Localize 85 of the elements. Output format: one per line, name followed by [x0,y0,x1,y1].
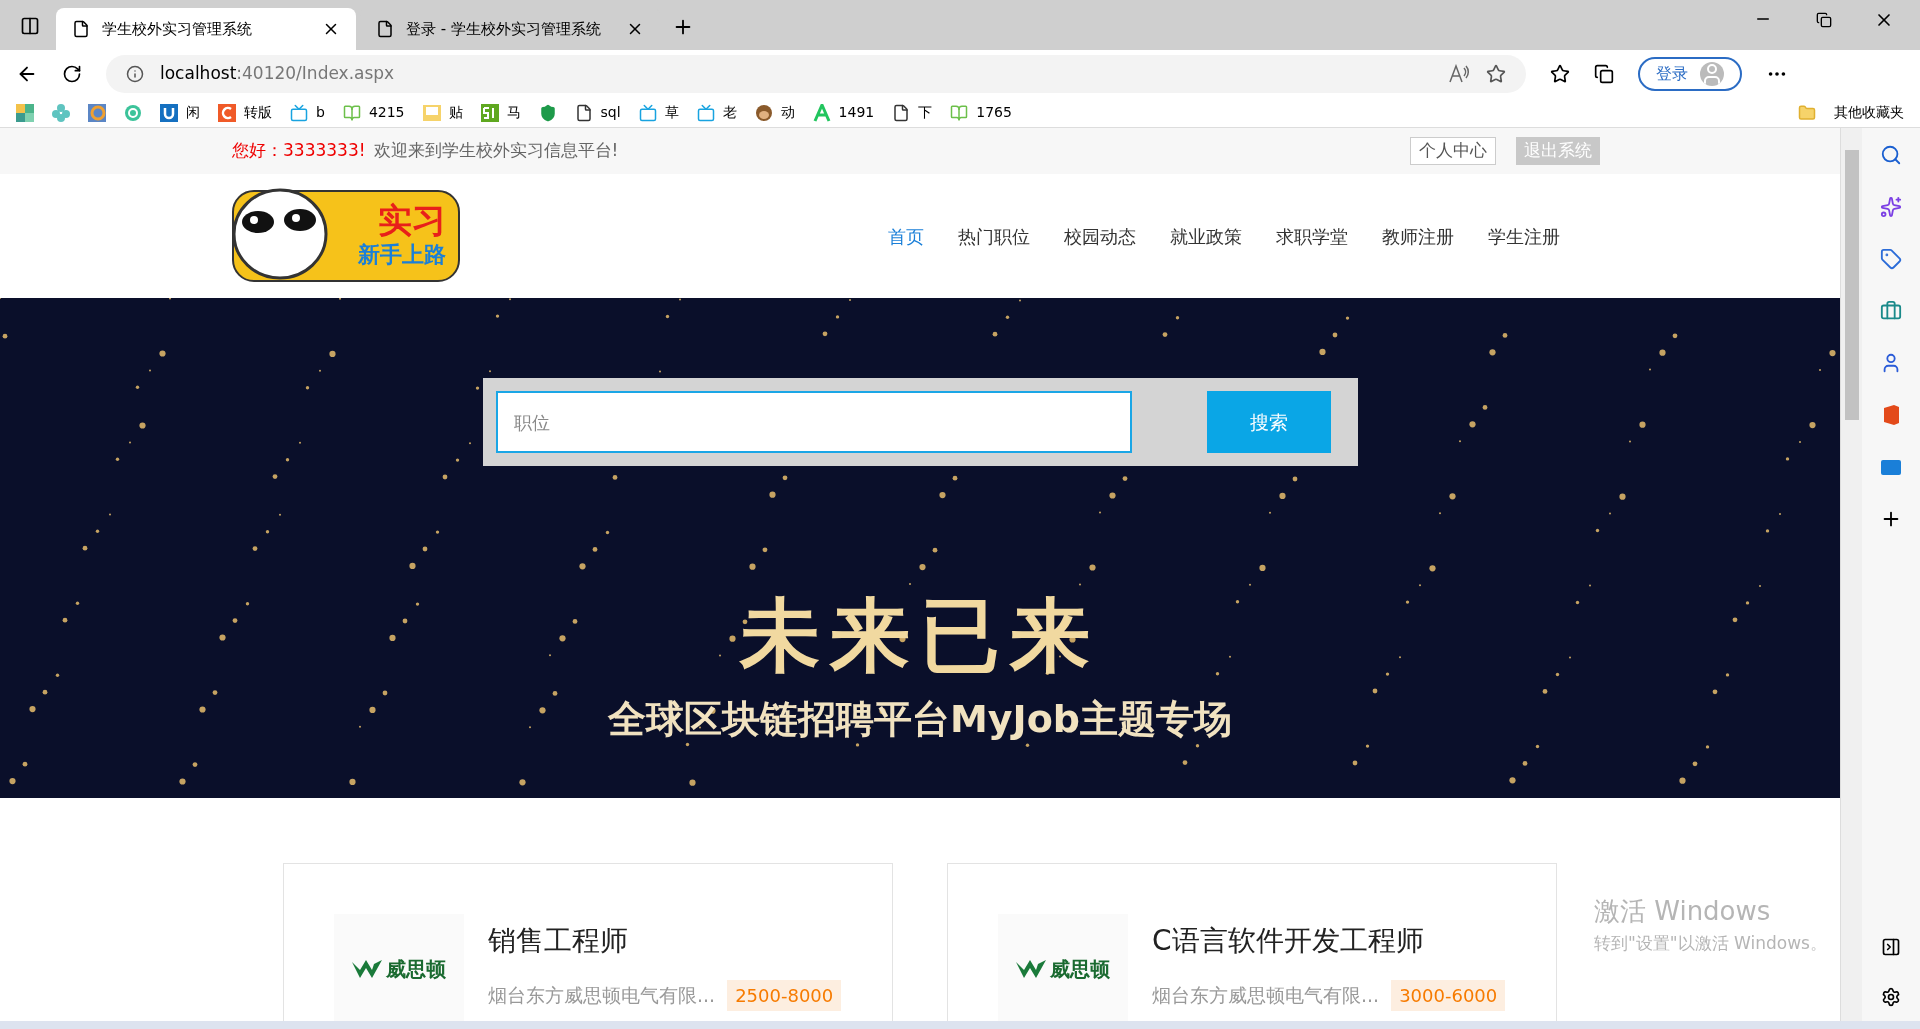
bookmark-link[interactable]: 4215 [368,102,405,123]
bookmark-link[interactable]: 老 [722,102,737,123]
page-icon [574,103,593,122]
nav-link[interactable]: 热门职位 [958,222,1030,250]
bookmark-link[interactable]: 下 [918,102,933,123]
bookmark-link[interactable]: sql [600,102,621,123]
nav-link[interactable]: 首页 [888,222,924,250]
browser-tab[interactable]: 学生校外实习管理系统 [56,8,356,50]
book-icon [342,103,361,122]
top-bar-button[interactable]: 个人中心 [1410,137,1496,165]
c-square-icon [88,103,106,122]
url-text: localhost:40120/Index.aspx [160,62,395,86]
job-card[interactable]: 威思顿 销售工程师 烟台东方威思顿电气有限... 2500-8000 [283,863,893,1021]
restore-icon[interactable] [1816,12,1832,28]
job-card[interactable]: 威思顿 C语言软件开发工程师 烟台东方威思顿电气有限... 3000-6000 [947,863,1557,1021]
hide-sidebar-icon[interactable] [1881,937,1901,957]
search-field[interactable]: 职位 [495,391,1132,453]
tiles-icon [16,103,34,122]
banner-subtitle: 全球区块链招聘平台MyJob主题专场 [608,700,1232,738]
tv-icon [638,103,657,122]
page-icon [892,103,911,122]
bookmark-link[interactable]: 动 [780,102,795,123]
salary-tag: 2500-8000 [727,980,842,1011]
bookmark-link[interactable]: 草 [664,102,679,123]
number-icon [480,103,499,122]
bookmark-link[interactable]: 贴 [448,102,463,123]
bookmark-link[interactable]: 转版 [244,102,272,123]
profile-button[interactable]: 登录 [1638,57,1742,91]
bookmark-link[interactable]: b [316,102,325,123]
activation-hint: 转到"设置"以激活 Windows。 [1594,932,1827,955]
address-field[interactable]: localhost:40120/Index.aspx [106,55,1526,93]
tv-icon [290,103,308,122]
folder-icon [1798,103,1816,122]
tab-title: 登录 - 学生校外实习管理系统 [406,18,602,40]
company-logo-text: 威思顿 [386,956,446,983]
company-name: 烟台东方威思顿电气有限... [1152,983,1380,1009]
salary-tag: 3000-6000 [1391,980,1506,1011]
favorites-icon[interactable] [1550,64,1570,84]
banner-title: 未来已来 [740,596,1100,676]
sparkle-icon[interactable] [1880,196,1902,218]
tag-icon[interactable] [1880,248,1902,270]
flower-icon [52,103,70,122]
bookmark-link[interactable]: 闲 [186,102,200,123]
add-favorite-icon[interactable] [1486,64,1506,84]
page-icon [376,20,394,38]
toolbox-icon[interactable] [1880,300,1902,322]
greeting-text: 您好：3333333! [232,139,366,163]
job-title: 销售工程师 [488,923,629,959]
reload-icon[interactable] [62,64,82,84]
company-name: 烟台东方威思顿电气有限... [488,983,716,1009]
logo-title: 实习 [378,203,446,238]
welcome-text: 欢迎来到学生校外实习信息平台! [373,139,619,163]
job-title: C语言软件开发工程师 [1152,923,1425,959]
nav-link[interactable]: 教师注册 [1382,222,1454,250]
company-logo-text: 威思顿 [1050,956,1110,983]
other-favorites-link[interactable]: 其他收藏夹 [1834,102,1904,123]
search-icon[interactable] [1880,144,1902,166]
c-square-icon [218,103,236,122]
nav-link[interactable]: 就业政策 [1170,222,1242,250]
nav-link[interactable]: 学生注册 [1488,222,1560,250]
tv-icon [696,103,715,122]
bookmark-link[interactable]: 1491 [838,102,875,123]
nav-link[interactable]: 求职学堂 [1276,222,1348,250]
activation-title: 激活 Windows [1594,895,1772,928]
info-icon [126,65,144,83]
logo-subtitle: 新手上路 [358,241,446,269]
book-icon [950,103,969,122]
shield-icon [538,103,557,122]
bookmark-link[interactable]: 马 [506,102,521,123]
leaf-logo-icon [352,958,382,980]
avatar-icon [1700,62,1724,86]
nav-link[interactable]: 校园动态 [1064,222,1136,250]
settings-icon[interactable] [1881,987,1901,1007]
scrollbar[interactable] [1840,128,1862,1021]
u-square-icon [160,103,178,122]
bookmark-link[interactable]: 1765 [976,102,1012,123]
leaf-logo-icon [1016,958,1046,980]
tab-actions-icon[interactable] [20,16,40,36]
page-icon [72,20,90,38]
read-aloud-icon[interactable] [1448,64,1470,84]
note-icon [422,103,441,122]
collections-icon[interactable] [1594,64,1614,84]
bubble-icon [124,103,142,122]
a-letter-icon [812,103,831,122]
tab-title: 学生校外实习管理系统 [102,18,253,40]
